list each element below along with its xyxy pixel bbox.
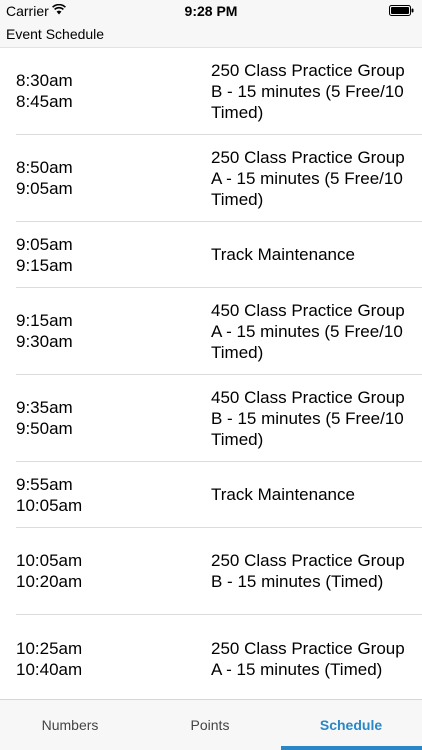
start-time: 10:05am	[16, 551, 83, 570]
start-time: 9:55am	[16, 474, 73, 494]
start-time: 9:05am	[16, 234, 73, 254]
event-description: 250 Class Practice Group B - 15 minutes …	[211, 551, 405, 591]
end-time: 9:30am	[16, 332, 73, 351]
start-time: 9:15am	[16, 311, 73, 330]
status-bar: Carrier 9:28 PM	[0, 0, 422, 22]
schedule-row[interactable]: 10:25am 10:40am 250 Class Practice Group…	[16, 615, 422, 699]
event-description: 450 Class Practice Group A - 15 minutes …	[211, 300, 405, 362]
start-time: 8:30am	[16, 71, 73, 90]
event-description: 250 Class Practice Group A - 15 minutes …	[211, 147, 405, 209]
active-tab-indicator	[281, 746, 422, 750]
time-range: 10:25am 10:40am	[16, 615, 196, 699]
time-range: 10:05am 10:20am	[16, 528, 196, 614]
end-time: 9:15am	[16, 255, 73, 275]
time-range: 9:55am 10:05am	[16, 462, 196, 527]
schedule-row[interactable]: 9:15am 9:30am 450 Class Practice Group A…	[16, 288, 422, 375]
time-range: 9:15am 9:30am	[16, 288, 196, 374]
schedule-list[interactable]: 8:30am 8:45am 250 Class Practice Group B…	[0, 48, 422, 699]
battery-icon	[389, 5, 414, 16]
event-description: 250 Class Practice Group B - 15 minutes …	[211, 60, 405, 122]
schedule-row[interactable]: 9:35am 9:50am 450 Class Practice Group B…	[16, 375, 422, 462]
tab-schedule[interactable]: Schedule	[281, 700, 421, 750]
status-time: 9:28 PM	[184, 3, 238, 19]
schedule-row[interactable]: 9:55am 10:05am Track Maintenance	[16, 462, 422, 528]
time-range: 8:50am 9:05am	[16, 135, 196, 221]
time-range: 8:30am 8:45am	[16, 48, 196, 134]
schedule-row[interactable]: 8:30am 8:45am 250 Class Practice Group B…	[16, 48, 422, 135]
event-description: Track Maintenance	[211, 485, 355, 504]
start-time: 8:50am	[16, 158, 73, 177]
end-time: 8:45am	[16, 92, 73, 111]
tab-bar: Numbers Points Schedule	[0, 699, 422, 750]
event-description: 450 Class Practice Group B - 15 minutes …	[211, 387, 405, 449]
time-range: 9:05am 9:15am	[16, 222, 196, 287]
event-description: Track Maintenance	[211, 245, 355, 264]
time-range: 9:35am 9:50am	[16, 375, 196, 461]
schedule-row[interactable]: 9:05am 9:15am Track Maintenance	[16, 222, 422, 288]
end-time: 10:20am	[16, 572, 83, 591]
navigation-bar: Event Schedule	[0, 22, 422, 48]
end-time: 9:05am	[16, 179, 73, 198]
tab-points[interactable]: Points	[140, 700, 280, 750]
page-title: Event Schedule	[6, 26, 105, 42]
start-time: 10:25am	[16, 638, 83, 658]
end-time: 10:05am	[16, 495, 83, 515]
schedule-row[interactable]: 8:50am 9:05am 250 Class Practice Group A…	[16, 135, 422, 222]
end-time: 9:50am	[16, 419, 73, 438]
start-time: 9:35am	[16, 398, 73, 417]
event-description: 250 Class Practice Group A - 15 minutes …	[211, 638, 405, 679]
schedule-row[interactable]: 10:05am 10:20am 250 Class Practice Group…	[16, 528, 422, 615]
tab-numbers[interactable]: Numbers	[0, 700, 140, 750]
end-time: 10:40am	[16, 659, 83, 679]
